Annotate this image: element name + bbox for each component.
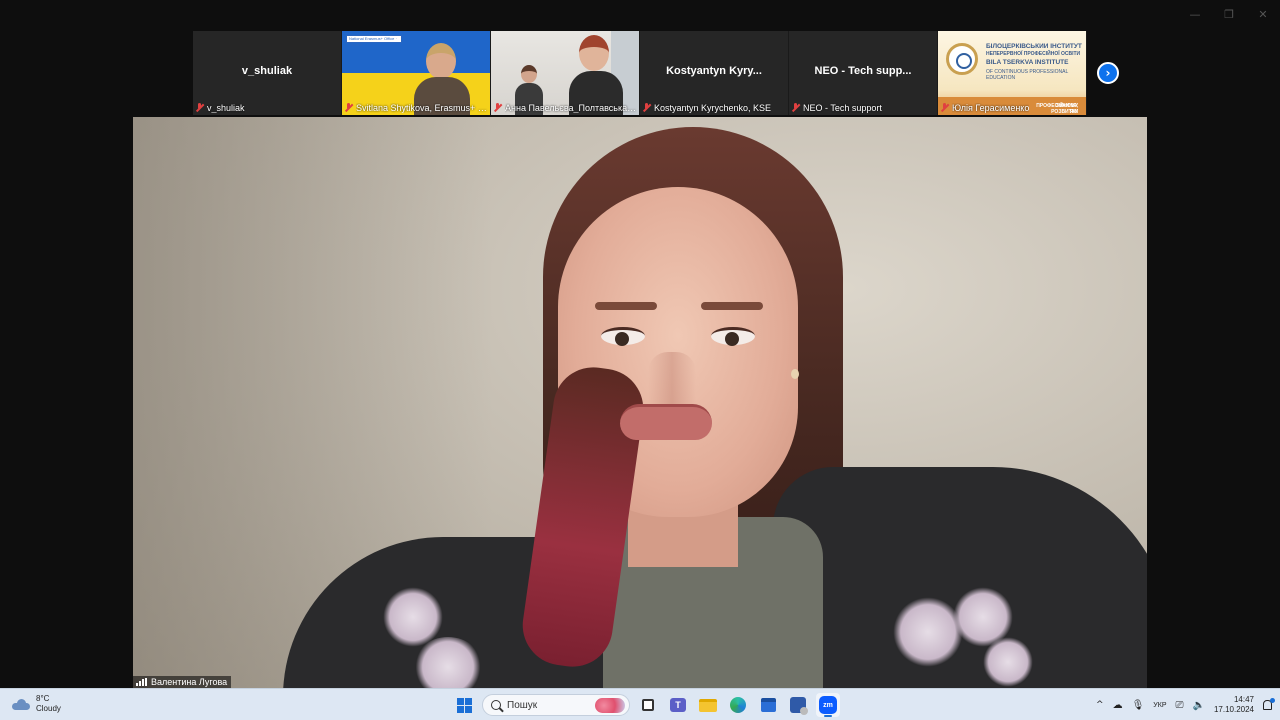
taskbar-apps: Пошук T zm	[452, 693, 840, 717]
speaker-name: Валентина Лугова	[151, 677, 228, 687]
file-explorer-button[interactable]	[696, 693, 720, 717]
clock-time: 14:47	[1233, 695, 1254, 704]
mic-muted-icon	[940, 103, 949, 112]
weather-temperature: 8°C	[36, 694, 50, 703]
signal-bars-icon	[136, 678, 147, 686]
folder-icon	[699, 698, 717, 712]
onedrive-icon[interactable]: ☁	[1113, 700, 1123, 711]
slide-title-uk: БІЛОЦЕРКІВСЬКИЙ ІНСТИТУТ НЕПЕРЕРВНОЇ ПРОФ…	[986, 43, 1082, 57]
teams-button[interactable]: T	[666, 693, 690, 717]
participant-center-name: NEO - Tech supp...	[814, 65, 912, 77]
search-icon	[491, 700, 501, 710]
jacket-embroidery-flower	[383, 587, 443, 647]
participant-tile-anna[interactable]: Анна Павельєва_Полтавська по...	[491, 31, 640, 115]
virtual-background-caption: National Erasmus+ Office · Ukraine	[346, 35, 402, 47]
windows-logo-icon	[456, 697, 472, 713]
participant-name: NEO - Tech support	[803, 102, 882, 113]
search-placeholder: Пошук	[507, 699, 538, 711]
jacket-embroidery-flower	[413, 637, 483, 688]
participant-name: Svitlana Shytikova, Erasmus+ Off...	[356, 102, 488, 113]
mic-muted-icon	[642, 103, 651, 112]
edge-button[interactable]	[726, 693, 750, 717]
participant-tile-svitlana[interactable]: National Erasmus+ Office · Ukraine Svitl…	[342, 31, 491, 115]
participant-center-name: Kostyantyn Kyry...	[666, 65, 762, 77]
network-icon[interactable]: ⎚	[1176, 700, 1184, 711]
participant-name: Юлія Герасименко	[952, 102, 1030, 113]
mic-muted-icon	[195, 103, 204, 112]
mic-muted-icon	[791, 103, 800, 112]
participant-label: Юлія Герасименко	[940, 101, 1084, 114]
participant-center-name: v_shuliak	[241, 65, 293, 77]
close-button[interactable]: ✕	[1246, 0, 1280, 28]
app-icon	[790, 697, 808, 715]
system-tray: ^ ☁ 🎙 УКР ⎚ 🔈 14:47 17.10.2024	[1096, 693, 1275, 717]
participant-label: v_shuliak	[195, 101, 339, 114]
taskbar-search[interactable]: Пошук	[482, 694, 630, 716]
participant-name: Анна Павельєва_Полтавська по...	[505, 102, 637, 113]
participant-label: Анна Павельєва_Полтавська по...	[493, 101, 637, 114]
jacket-embroidery-flower	[983, 637, 1033, 687]
weather-condition: Cloudy	[36, 704, 61, 713]
volume-icon[interactable]: 🔈	[1193, 700, 1205, 711]
microphone-icon[interactable]: 🎙	[1132, 700, 1145, 711]
restore-button[interactable]: ❐	[1212, 0, 1246, 28]
participant-label: Svitlana Shytikova, Erasmus+ Off...	[344, 101, 488, 114]
search-highlight-icon	[595, 698, 625, 713]
participant-tile-v-shuliak[interactable]: v_shuliak v_shuliak	[193, 31, 342, 115]
participant-name: Kostyantyn Kyrychenko, KSE	[654, 102, 772, 113]
task-view-icon	[642, 699, 654, 711]
store-button[interactable]	[756, 693, 780, 717]
speaker-earring	[791, 369, 799, 379]
institute-seal-logo	[946, 43, 978, 75]
edge-icon	[730, 697, 746, 713]
participant-tile-neo[interactable]: NEO - Tech supp... NEO - Tech support	[789, 31, 938, 115]
pinned-app-button[interactable]	[786, 693, 810, 717]
active-speaker-video[interactable]	[133, 117, 1147, 688]
chevron-right-icon: ›	[1105, 66, 1111, 80]
window-controls: — ❐ ✕	[1178, 0, 1280, 28]
jacket-embroidery-flower	[893, 597, 963, 667]
language-indicator[interactable]: УКР	[1153, 702, 1166, 709]
weather-widget[interactable]: 8°C Cloudy	[12, 694, 61, 714]
participant-name: v_shuliak	[207, 102, 245, 113]
start-button[interactable]	[452, 693, 476, 717]
task-view-button[interactable]	[636, 693, 660, 717]
clock-date: 17.10.2024	[1213, 705, 1254, 714]
clock[interactable]: 14:47 17.10.2024	[1214, 695, 1254, 715]
speaker-eye-left	[601, 327, 645, 346]
zoom-meeting-window: — ❐ ✕ v_shuliak v_shuliak National Erasm…	[0, 0, 1280, 688]
participant-strip: v_shuliak v_shuliak National Erasmus+ Of…	[193, 31, 1088, 115]
speaker-name-label: Валентина Лугова	[133, 676, 232, 688]
slide-title-en: BILA TSERKVA INSTITUTE	[986, 59, 1069, 66]
show-hidden-icons-button[interactable]: ^	[1096, 700, 1104, 710]
participant-label: Kostyantyn Kyrychenko, KSE	[642, 101, 786, 114]
speaker-jacket-right	[773, 467, 1147, 688]
slide-subtitle-en: OF CONTINUOUS PROFESSIONAL EDUCATION	[986, 69, 1069, 81]
speaker-eyebrow-right	[701, 302, 763, 310]
store-icon	[760, 698, 776, 712]
mic-muted-icon	[344, 103, 353, 112]
zoom-button[interactable]: zm	[816, 693, 840, 717]
windows-taskbar: 8°C Cloudy Пошук T zm ^ ☁ 🎙 УКР ⎚ 🔈 14:4…	[0, 688, 1280, 720]
mic-muted-icon	[493, 103, 502, 112]
zoom-icon: zm	[819, 696, 837, 714]
participant-label: NEO - Tech support	[791, 101, 935, 114]
minimize-button[interactable]: —	[1178, 0, 1212, 28]
teams-icon: T	[670, 698, 686, 712]
cloud-icon	[12, 698, 30, 710]
next-page-button[interactable]: ›	[1097, 62, 1119, 84]
speaker-eyebrow-left	[595, 302, 657, 310]
participant-tile-yulia[interactable]: БІЛОЦЕРКІВСЬКИЙ ІНСТИТУТ НЕПЕРЕРВНОЇ ПРОФ…	[938, 31, 1087, 115]
participant-tile-kostyantyn[interactable]: Kostyantyn Kyry... Kostyantyn Kyrychenko…	[640, 31, 789, 115]
speaker-mouth	[620, 404, 712, 440]
notification-bell-icon[interactable]	[1263, 698, 1275, 710]
speaker-eye-right	[711, 327, 755, 346]
